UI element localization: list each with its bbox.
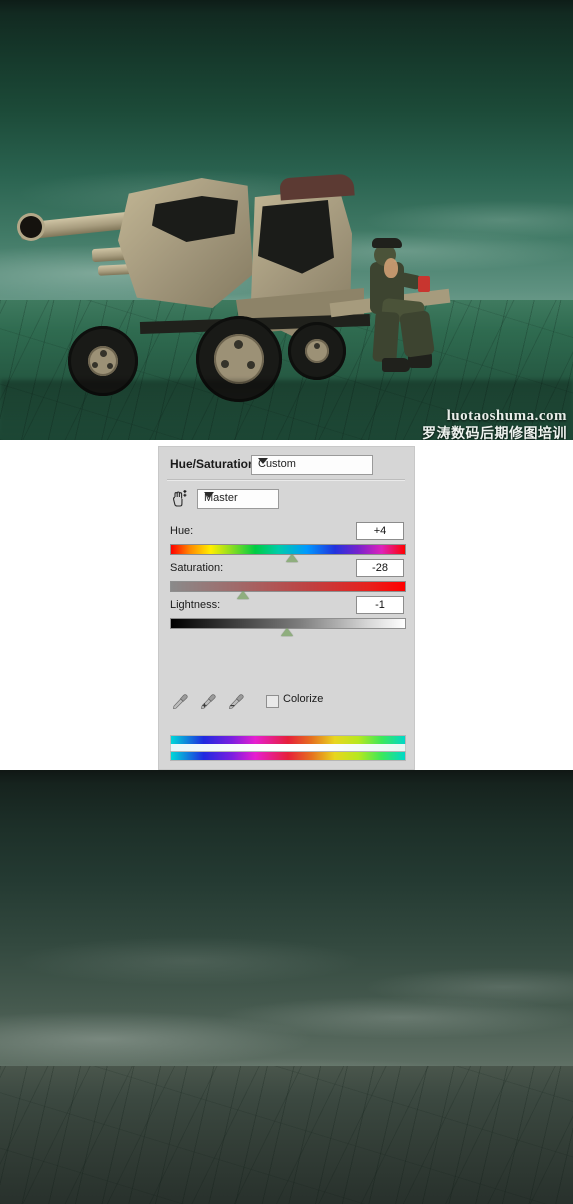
dialog-title: Hue/Saturation xyxy=(170,457,256,471)
hue-value-field[interactable]: +4 xyxy=(356,522,404,540)
saturation-thumb[interactable] xyxy=(237,591,249,599)
spectrum-range-indicator[interactable] xyxy=(170,744,406,751)
before-image: luotaoshuma.com 罗涛数码后期修图培训 xyxy=(0,0,573,440)
hue-label: Hue: xyxy=(170,525,194,537)
spectrum-bar-output xyxy=(170,751,406,761)
chevron-down-icon xyxy=(258,458,268,464)
watermark-cjk: 罗涛数码后期修图培训 xyxy=(422,426,567,440)
tire-mid xyxy=(288,322,346,380)
colorize-label: Colorize xyxy=(283,693,324,705)
channel-dropdown[interactable]: Master xyxy=(197,489,279,509)
saturation-track[interactable] xyxy=(170,581,406,592)
lightness-value-field[interactable]: -1 xyxy=(356,596,404,614)
eyedropper-plus-icon[interactable] xyxy=(199,693,217,711)
eyedropper-minus-icon[interactable] xyxy=(227,693,245,711)
tutorial-screenshot: luotaoshuma.com 罗涛数码后期修图培训 Hue/Saturatio… xyxy=(0,0,573,1204)
ground-cracks xyxy=(0,1066,573,1204)
hue-thumb[interactable] xyxy=(286,554,298,562)
saturation-label: Saturation: xyxy=(170,562,224,574)
lightness-thumb[interactable] xyxy=(281,628,293,636)
red-can xyxy=(418,276,430,292)
divider-top xyxy=(167,479,405,480)
hand-adjust-icon[interactable] xyxy=(169,489,189,509)
eyedropper-icon[interactable] xyxy=(171,693,189,711)
lightness-label: Lightness: xyxy=(170,599,221,611)
preset-dropdown[interactable]: Custom xyxy=(251,455,373,475)
colorize-checkbox[interactable] xyxy=(266,695,279,708)
cracked-ground xyxy=(0,1066,573,1204)
saturation-value: -28 xyxy=(372,562,388,574)
hue-value: +4 xyxy=(373,525,387,537)
lightness-value: -1 xyxy=(375,599,385,611)
after-image: luotaoshuma.com 罗涛数码后期修图培训 UiBQ.CoM xyxy=(0,770,573,1204)
saturation-value-field[interactable]: -28 xyxy=(356,559,404,577)
hue-saturation-dialog[interactable]: Hue/Saturation Custom Master Hue: +4 Sat… xyxy=(158,446,415,770)
chevron-down-icon xyxy=(204,492,214,498)
